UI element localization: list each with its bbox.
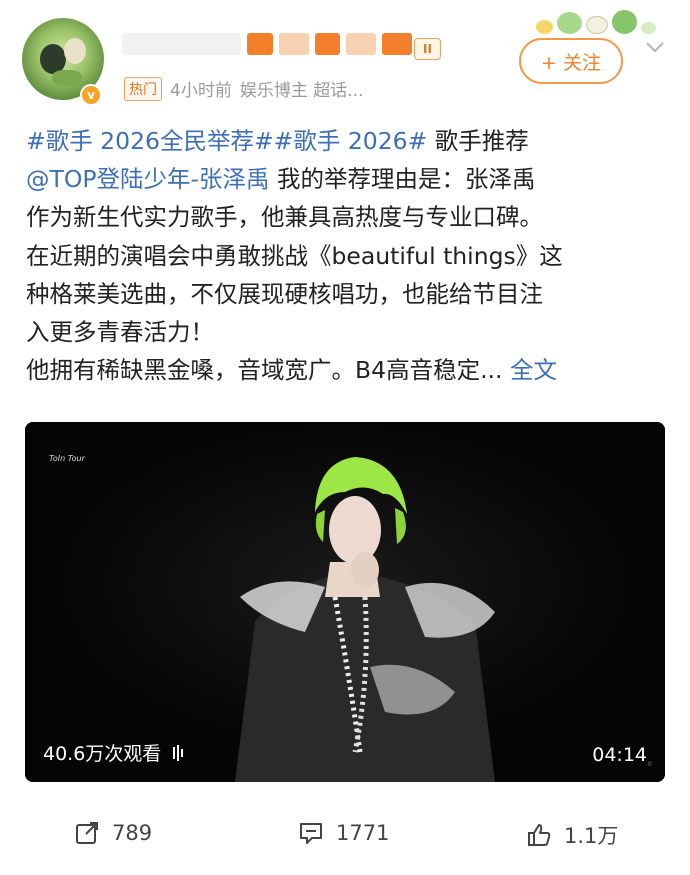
post-line: 他拥有稀缺黑金嗓，音域宽广。B4高音稳定... 全文 — [26, 351, 666, 389]
post-link[interactable]: #歌手 2026全民举荐##歌手 2026# — [26, 127, 427, 155]
comment-icon — [300, 823, 322, 844]
post-text-segment: 他拥有稀缺黑金嗓，音域宽广。B4高音稳定... — [26, 356, 510, 385]
post-link[interactable]: 全文 — [510, 356, 557, 384]
comment-count: 1771 — [336, 821, 390, 845]
like-button[interactable]: 1.1万 — [526, 820, 618, 850]
weibo-post-card: v II 热门 4小时前 娱乐博主 超话... + 关注 #歌手 2026全民举… — [0, 0, 690, 875]
post-text-segment: 作为新生代实力歌手，他兼具高热度与专业口碑。 — [26, 203, 543, 232]
audio-wave-icon — [173, 744, 184, 761]
post-source[interactable]: 娱乐博主 超话... — [240, 76, 364, 101]
repost-icon — [76, 822, 98, 844]
post-actions: 789 1771 1.1万 — [0, 806, 690, 866]
comment-button[interactable]: 1771 — [298, 820, 389, 846]
post-text-segment: 在近期的演唱会中勇敢挑战《beautiful things》这 — [26, 241, 563, 270]
post-line: 在近期的演唱会中勇敢挑战《beautiful things》这 — [26, 237, 666, 275]
username-redacted[interactable] — [122, 30, 412, 58]
post-link[interactable]: @TOP登陆少年-张泽禹 — [26, 165, 270, 193]
post-line: 种格莱美选曲，不仅展现硬核唱功，也能给节目注 — [26, 275, 666, 313]
post-text-segment: 歌手推荐 — [427, 127, 529, 155]
copyright-mark: © — [647, 761, 653, 768]
card-decoration-icon — [536, 4, 656, 34]
repost-count: 789 — [112, 821, 153, 845]
user-level-badge: II — [414, 38, 441, 60]
post-body: #歌手 2026全民举荐##歌手 2026# 歌手推荐 @TOP登陆少年-张泽禹 … — [26, 122, 666, 389]
post-text-segment: 种格莱美选曲，不仅展现硬核唱功，也能给节目注 — [26, 279, 543, 308]
post-time: 4小时前 — [170, 81, 232, 101]
post-line: 作为新生代实力歌手，他兼具高热度与专业口碑。 — [26, 198, 666, 236]
post-line: 入更多青春活力！ — [26, 313, 666, 351]
hot-badge: 热门 — [124, 76, 162, 101]
post-meta: 热门 4小时前 娱乐博主 超话... — [124, 76, 363, 101]
video-player[interactable]: ToIn Tour © 40.6万次观看 04:14 — [25, 422, 665, 782]
view-count: 40.6万次观看 — [43, 739, 187, 766]
post-line: @TOP登陆少年-张泽禹 我的举荐理由是：张泽禹 — [26, 160, 666, 198]
like-count: 1.1万 — [564, 824, 619, 848]
post-line: #歌手 2026全民举荐##歌手 2026# 歌手推荐 — [26, 122, 666, 160]
repost-button[interactable]: 789 — [74, 820, 152, 846]
performer-image — [25, 422, 665, 782]
post-text-segment: 入更多青春活力！ — [26, 318, 214, 347]
follow-button[interactable]: + 关注 — [519, 38, 623, 84]
video-watermark: ToIn Tour — [49, 454, 85, 463]
post-text-segment: 我的举荐理由是：张泽禹 — [269, 165, 536, 194]
verified-badge-icon: v — [80, 84, 102, 106]
view-count-label: 40.6万次观看 — [43, 743, 162, 765]
chevron-down-icon[interactable] — [641, 36, 669, 56]
video-duration: 04:14 — [592, 744, 647, 766]
thumbs-up-icon — [528, 824, 551, 846]
